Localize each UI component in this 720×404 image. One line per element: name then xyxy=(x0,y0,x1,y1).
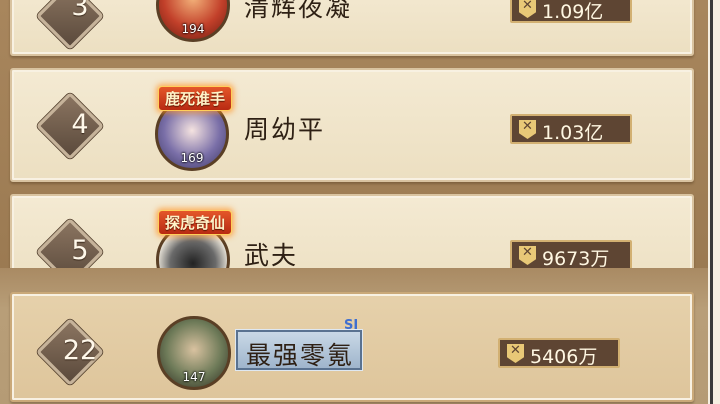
power-value: 1.09亿 xyxy=(542,1,604,23)
player-title-badge: 探虎奇仙 xyxy=(158,210,233,235)
player-name-plate: 最强零氪 xyxy=(236,330,362,370)
server-tag: SI xyxy=(344,318,359,333)
player-name: 最强零氪 xyxy=(246,341,355,370)
player-avatar[interactable]: 194 xyxy=(156,0,230,42)
player-level: 169 xyxy=(180,151,204,165)
crossed-swords-shield-icon xyxy=(519,246,536,265)
rank-number: 22 xyxy=(62,335,98,366)
player-level: 147 xyxy=(182,370,206,384)
power-value: 1.03亿 xyxy=(542,122,604,144)
player-name: 武夫 xyxy=(244,241,299,270)
power-display: 1.09亿 xyxy=(510,0,632,23)
rank-number: 4 xyxy=(71,109,89,140)
rank-number: 5 xyxy=(71,235,89,266)
scrollbar[interactable] xyxy=(708,0,720,404)
leaderboard-row-rank-3[interactable]: 3 194 清辉夜凝 1.09亿 xyxy=(10,0,694,56)
player-avatar[interactable]: 147 xyxy=(157,316,231,390)
crossed-swords-shield-icon xyxy=(507,344,524,363)
power-display: 5406万 xyxy=(498,338,620,368)
scrollbar-track xyxy=(710,0,713,404)
power-display: 9673万 xyxy=(510,240,632,270)
player-name: 清辉夜凝 xyxy=(244,0,353,22)
rank-number: 3 xyxy=(71,0,89,22)
leaderboard-row-rank-4[interactable]: 4 169 鹿死谁手 周幼平 1.03亿 xyxy=(10,68,694,182)
power-display: 1.03亿 xyxy=(510,114,632,144)
power-value: 5406万 xyxy=(530,346,598,368)
player-level: 194 xyxy=(181,22,205,36)
power-value: 9673万 xyxy=(542,248,610,270)
crossed-swords-shield-icon xyxy=(519,120,536,139)
player-name: 周幼平 xyxy=(244,115,326,144)
leaderboard-list: 3 194 清辉夜凝 1.09亿 4 169 鹿死谁手 周幼平 1.03亿 5 … xyxy=(0,0,720,297)
player-title-badge: 鹿死谁手 xyxy=(158,86,233,111)
crossed-swords-shield-icon xyxy=(519,0,536,18)
